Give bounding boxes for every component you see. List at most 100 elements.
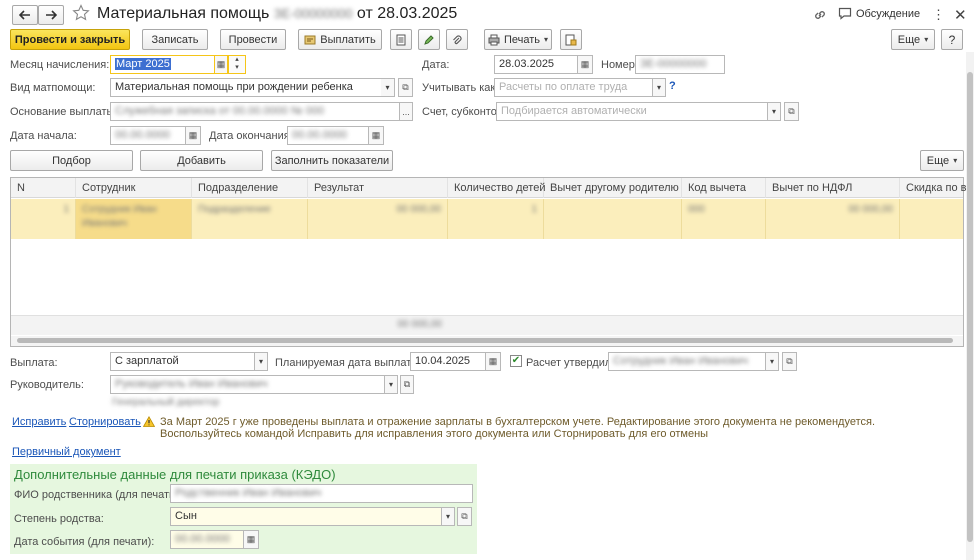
open-button[interactable]: ⧉ — [457, 507, 472, 526]
approved-value: Сотрудник Иван Иванович — [613, 355, 749, 367]
calendar-button[interactable]: ▦ — [243, 530, 259, 549]
post-and-close-button[interactable]: Провести и закрыть — [10, 29, 130, 50]
open-button[interactable]: ⧉ — [782, 352, 797, 371]
account-placeholder: Подбирается автоматически — [501, 105, 647, 117]
chevron-down-icon: ▾ — [258, 357, 263, 366]
consider-field[interactable]: Расчеты по оплате труда — [494, 78, 654, 97]
column-header[interactable]: Результат — [308, 178, 448, 198]
dropdown-button[interactable]: ▾ — [381, 78, 395, 97]
calendar-button[interactable]: ▦ — [485, 352, 501, 371]
title-suffix: от 28.03.2025 — [356, 5, 458, 22]
forward-button[interactable] — [38, 5, 64, 25]
month-spinner[interactable]: ▴ ▾ — [228, 55, 246, 74]
help-button[interactable]: ? — [941, 29, 963, 50]
fix-link[interactable]: Исправить — [12, 416, 66, 428]
consider-label: Учитывать как: — [422, 82, 499, 94]
warning-line-2: Воспользуйтесь командой Исправить для ис… — [160, 428, 709, 440]
result-cell[interactable]: 00 000,00 — [308, 199, 448, 239]
column-header[interactable]: Код вычета — [682, 178, 766, 198]
number-field[interactable]: ЗЕ-00000000 — [635, 55, 725, 74]
deduction-other-cell[interactable] — [544, 199, 682, 239]
kind-field[interactable]: Материальная помощь при рождении ребенка — [110, 78, 394, 97]
column-header[interactable]: Вычет по НДФЛ — [766, 178, 900, 198]
open-button[interactable]: ⧉ — [784, 102, 799, 121]
start-date-label: Дата начала: — [10, 130, 77, 142]
column-header[interactable]: Скидка по в — [900, 178, 967, 198]
basis-label: Основание выплаты: — [10, 106, 118, 118]
dropdown-button[interactable]: ▾ — [441, 507, 455, 526]
discount-cell[interactable] — [900, 199, 963, 239]
column-header[interactable]: Подразделение — [192, 178, 308, 198]
primary-document-link[interactable]: Первичный документ — [12, 446, 121, 458]
ndfl-cell[interactable]: 00 000,00 — [766, 199, 900, 239]
warning-line-1: За Март 2025 г уже проведены выплата и о… — [160, 416, 876, 428]
manager-field[interactable]: Руководитель Иван Иванович — [110, 375, 386, 394]
column-header[interactable]: Количество детей — [448, 178, 545, 198]
post-button[interactable]: Провести — [220, 29, 286, 50]
more-vertical-icon[interactable]: ⋮ — [932, 8, 945, 21]
approved-field[interactable]: Сотрудник Иван Иванович — [608, 352, 766, 371]
document-list-button[interactable] — [390, 29, 412, 50]
open-button[interactable]: ⧉ — [398, 78, 413, 97]
more-button[interactable]: Еще ▾ — [891, 29, 935, 50]
dropdown-button[interactable]: ▾ — [384, 375, 398, 394]
horizontal-scrollbar[interactable] — [11, 336, 963, 346]
pay-button[interactable]: Выплатить — [298, 29, 382, 50]
dropdown-button[interactable]: ▾ — [652, 78, 666, 97]
scrollbar-thumb[interactable] — [967, 72, 973, 542]
calendar-button[interactable]: ▦ — [368, 126, 384, 145]
link-icon[interactable] — [813, 8, 827, 25]
start-date-field[interactable]: 00.00.0000 — [110, 126, 186, 145]
event-date-field[interactable]: 00.00.0000 — [170, 530, 244, 549]
paperclip-icon — [453, 34, 462, 44]
table-footer — [11, 315, 963, 335]
report-button[interactable] — [560, 29, 582, 50]
discussion-button[interactable]: Обсуждение — [838, 7, 920, 20]
add-button[interactable]: Добавить — [140, 150, 263, 171]
dropdown-button[interactable]: ▾ — [254, 352, 268, 371]
print-button[interactable]: Печать ▾ — [484, 29, 552, 50]
open-button[interactable]: ⧉ — [400, 375, 414, 394]
reverse-link[interactable]: Сторнировать — [69, 416, 141, 428]
attach-button[interactable] — [446, 29, 468, 50]
approved-checkbox[interactable]: ✔ — [510, 355, 522, 367]
column-header[interactable]: Сотрудник — [76, 178, 192, 198]
end-date-field[interactable]: 00.00.0000 — [287, 126, 369, 145]
employee-cell[interactable]: Сотрудник Иван Иванович — [76, 199, 192, 239]
event-date-label: Дата события (для печати): — [14, 536, 155, 548]
payment-field[interactable]: С зарплатой — [110, 352, 256, 371]
code-cell[interactable]: 000 — [682, 199, 766, 239]
favorite-star-icon[interactable] — [72, 4, 90, 25]
fill-indicators-button[interactable]: Заполнить показатели — [271, 150, 393, 171]
dropdown-button[interactable]: ▾ — [765, 352, 779, 371]
dropdown-button[interactable]: ▾ — [767, 102, 781, 121]
sign-button[interactable] — [418, 29, 440, 50]
column-header[interactable]: Вычет другому родителю — [544, 178, 682, 198]
column-header[interactable]: N — [11, 178, 76, 198]
children-cell[interactable]: 1 — [448, 199, 544, 239]
close-icon[interactable]: ✕ — [954, 6, 967, 24]
payment-icon — [304, 35, 316, 44]
calendar-button[interactable]: ▦ — [185, 126, 201, 145]
planned-date-field[interactable]: 10.04.2025 — [410, 352, 486, 371]
date-field[interactable]: 28.03.2025 — [494, 55, 578, 74]
relation-degree-field[interactable]: Сын — [170, 507, 442, 526]
table-more-button[interactable]: Еще ▾ — [920, 150, 964, 171]
vertical-scrollbar[interactable] — [966, 52, 974, 560]
calendar-button[interactable]: ▦ — [577, 55, 593, 74]
report-icon — [565, 34, 577, 45]
department-cell[interactable]: Подразделение — [192, 199, 308, 239]
month-field[interactable]: Март 2025 — [110, 55, 215, 74]
save-button[interactable]: Записать — [142, 29, 208, 50]
scrollbar-thumb[interactable] — [17, 338, 953, 343]
help-icon[interactable]: ? — [669, 80, 676, 92]
account-field[interactable]: Подбирается автоматически — [496, 102, 768, 121]
kind-label: Вид матпомощи: — [10, 82, 96, 94]
employee-value: Сотрудник Иван Иванович — [82, 204, 157, 229]
back-button[interactable] — [12, 5, 38, 25]
ellipsis-button[interactable]: ... — [399, 102, 413, 121]
calendar-button[interactable]: ▦ — [214, 55, 228, 74]
pick-button[interactable]: Подбор — [10, 150, 133, 171]
basis-field[interactable]: Служебная записка от 00.00.0000 № 000 — [110, 102, 400, 121]
relative-fio-field[interactable]: Родственник Иван Иванович — [170, 484, 473, 503]
